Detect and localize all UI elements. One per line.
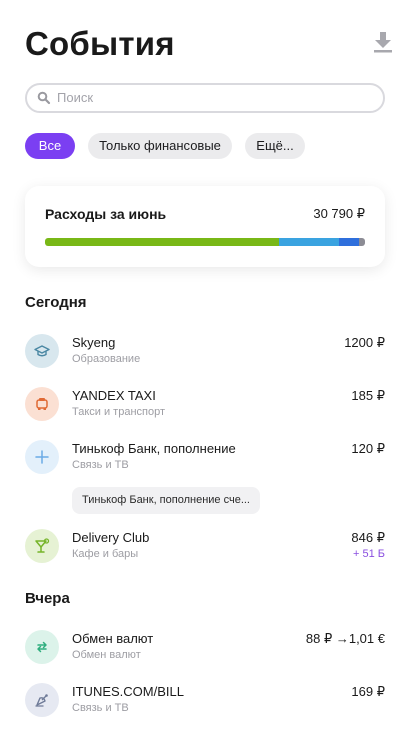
- transaction-note[interactable]: Тинькоф Банк, пополнение сче...: [72, 487, 260, 514]
- section-today: Сегодня: [25, 294, 87, 311]
- category-avatar: [25, 334, 59, 368]
- category-avatar: [25, 440, 59, 474]
- expenses-bar-segment: [45, 238, 279, 246]
- header: События: [25, 22, 394, 66]
- transaction-amount: 1200 ₽: [344, 335, 385, 350]
- page-title: События: [25, 25, 175, 62]
- transaction-amount: 88 ₽ →1,01 €: [305, 631, 385, 646]
- expenses-bar-segment: [358, 238, 365, 246]
- expenses-title: Расходы за июнь: [45, 206, 167, 222]
- transaction-name: Обмен валют: [72, 631, 154, 646]
- filter-all[interactable]: Все: [25, 133, 75, 159]
- transaction-category: Кафе и бары: [72, 548, 139, 560]
- transaction-category: Связь и ТВ: [72, 459, 129, 471]
- expenses-bar-segment: [339, 238, 359, 246]
- expenses-bar-segment: [278, 238, 340, 246]
- transaction-amount: 120 ₽: [351, 441, 385, 456]
- expenses-amount: 30 790 ₽: [313, 206, 365, 221]
- transaction-name: Skyeng: [72, 335, 116, 350]
- taxi-icon: [36, 398, 48, 410]
- monthly-expenses-card[interactable]: Расходы за июнь 30 790 ₽: [25, 186, 385, 267]
- satellite-icon: [35, 694, 48, 707]
- transaction-name: ITUNES.COM/BILL: [72, 684, 184, 699]
- download-icon[interactable]: [372, 30, 394, 54]
- bonus-points: + 51 Б: [353, 548, 385, 560]
- transaction-name: Тинькоф Банк, пополнение: [72, 441, 236, 456]
- category-avatar: [25, 387, 59, 421]
- transaction-category: Связь и ТВ: [72, 702, 129, 714]
- search-placeholder: Поиск: [57, 90, 94, 105]
- filter-financial-only[interactable]: Только финансовые: [88, 133, 232, 159]
- transaction-amount: 846 ₽: [351, 530, 385, 545]
- transaction-name: Delivery Club: [72, 530, 150, 545]
- transaction-category: Образование: [72, 353, 141, 365]
- category-avatar: [25, 683, 59, 717]
- transaction-amount: 185 ₽: [351, 388, 385, 403]
- category-avatar: [25, 529, 59, 563]
- graduation-cap-icon: [34, 345, 50, 357]
- cocktail-icon: [35, 538, 50, 553]
- transaction-amount: 169 ₽: [351, 684, 385, 699]
- exchange-icon: [37, 641, 47, 653]
- transaction-category: Обмен валют: [72, 649, 141, 661]
- transaction-category: Такси и транспорт: [72, 406, 166, 418]
- filter-more[interactable]: Ещё...: [245, 133, 305, 159]
- plus-icon: [35, 450, 49, 464]
- search-icon: [37, 91, 51, 105]
- section-yesterday: Вчера: [25, 590, 70, 607]
- expenses-bar: [45, 238, 365, 246]
- search-input[interactable]: Поиск: [25, 83, 385, 113]
- category-avatar: [25, 630, 59, 664]
- transaction-name: YANDEX TAXI: [72, 388, 156, 403]
